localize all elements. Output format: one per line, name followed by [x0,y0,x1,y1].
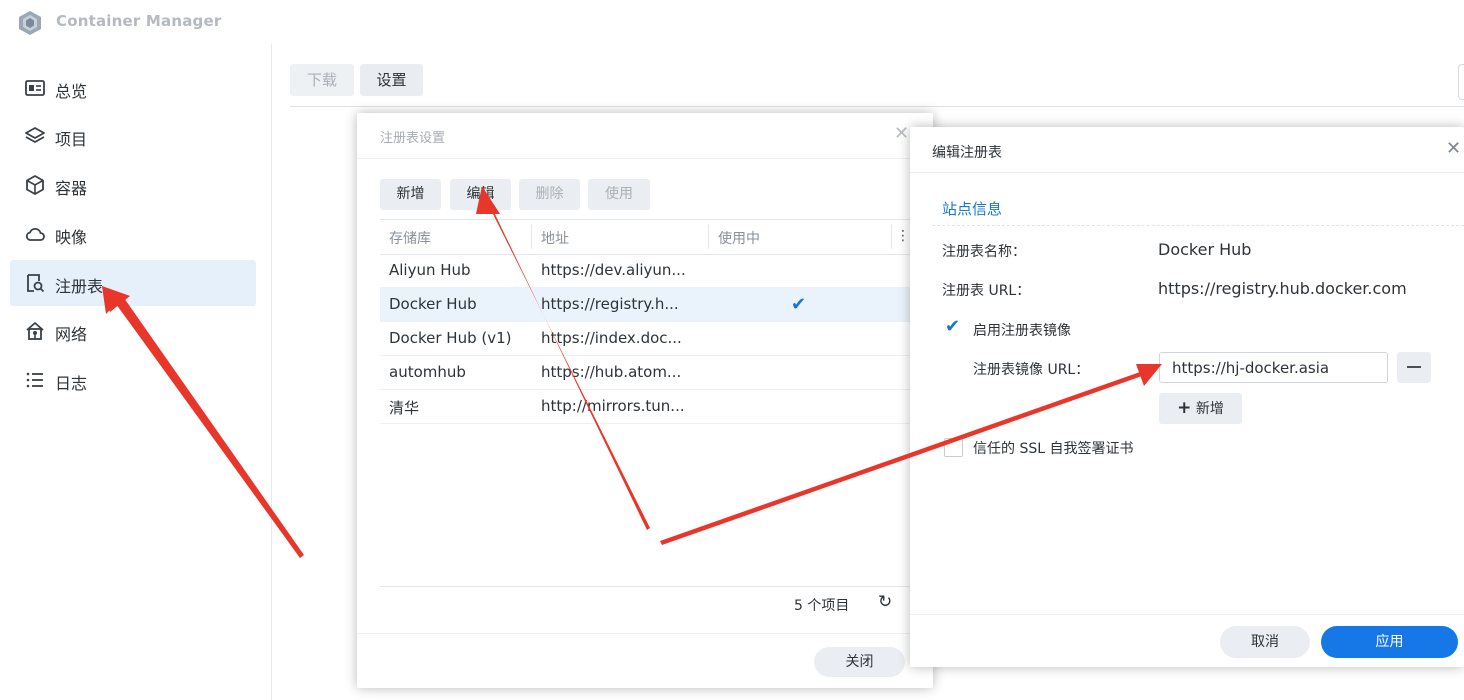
divider [910,172,1464,173]
cancel-button[interactable]: 取消 [1220,626,1310,658]
cube-icon [26,175,44,195]
enable-mirror-checkbox[interactable]: ✔ [944,316,961,337]
sidebar-item-projects[interactable]: 项目 [10,113,256,159]
column-header-in-use[interactable]: 使用中 [718,228,760,248]
section-divider [932,225,1464,226]
toolbar-divider [290,106,1464,107]
enable-mirror-label: 启用注册表镜像 [973,323,1071,339]
checkmark-icon: ✔ [945,316,961,337]
trust-ssl-checkbox[interactable] [944,438,963,457]
remove-mirror-button[interactable] [1397,352,1431,383]
sidebar-item-label: 容器 [55,179,88,198]
close-icon[interactable]: ✕ [894,123,909,144]
add-mirror-label: 新增 [1195,401,1224,417]
close-button[interactable]: 关闭 [814,647,905,677]
close-icon[interactable]: ✕ [1446,138,1461,159]
section-title: 站点信息 [942,200,1003,218]
sidebar-item-logs[interactable]: 日志 [10,357,256,403]
cell-repository: automhub [389,363,466,381]
sidebar-item-registry[interactable]: 注册表 [10,260,256,306]
column-divider [708,225,709,249]
refresh-icon[interactable]: ↻ [878,592,892,612]
table-row[interactable]: 清华 http://mirrors.tun... [380,390,913,424]
in-use-check-icon: ✔ [791,294,807,315]
divider [380,586,913,587]
sidebar-item-network[interactable]: 网络 [10,308,256,354]
table-row[interactable]: Docker Hub (v1) https://index.doc... [380,322,913,356]
minus-icon [1407,366,1421,368]
divider [357,633,933,634]
new-registry-button[interactable]: 新增 [380,179,441,210]
registry-name-label: 注册表名称： [942,244,1026,260]
sidebar-item-overview[interactable]: 总览 [10,65,256,111]
layers-icon [25,127,45,143]
add-mirror-button[interactable]: + 新增 [1159,393,1242,424]
item-count: 5 个项目 [794,598,850,614]
sidebar-item-containers[interactable]: 容器 [10,162,256,208]
divider [910,614,1464,615]
sidebar-item-label: 映像 [55,228,88,247]
cell-repository: Docker Hub [389,295,477,313]
cell-address: https://registry.h... [541,295,679,313]
app-title: Container Manager [56,12,222,30]
app-header: Container Manager [0,0,1464,44]
registry-search-icon [27,274,45,293]
cell-address: https://hub.atom... [541,363,682,381]
edit-registry-button[interactable]: 编辑 [450,179,511,210]
cell-repository: Docker Hub (v1) [389,329,512,347]
cell-address: https://dev.aliyun... [541,261,686,279]
table-row[interactable]: automhub https://hub.atom... [380,356,913,390]
sidebar-item-label: 总览 [55,82,88,101]
registry-url-value: https://registry.hub.docker.com [1158,279,1407,298]
trust-ssl-label: 信任的 SSL 自我签署证书 [973,441,1134,457]
mirror-url-label: 注册表镜像 URL： [973,362,1090,378]
sidebar-item-images[interactable]: 映像 [10,211,256,257]
column-menu-icon[interactable]: ⋮ [896,228,910,244]
sidebar-item-label: 项目 [55,130,88,149]
registry-settings-dialog: 注册表设置 ✕ 新增 编辑 删除 使用 存储库 地址 使用中 ⋮ Aliyun … [357,113,933,688]
divider [357,158,933,159]
table-row[interactable]: Aliyun Hub https://dev.aliyun... [380,254,913,288]
toolbar-right-control[interactable] [1458,64,1464,100]
column-header-repository[interactable]: 存储库 [389,228,431,248]
settings-button[interactable]: 设置 [360,64,423,96]
sidebar: 总览 项目 容器 映像 注册表 网络 日志 [0,44,272,700]
cell-address: http://mirrors.tun... [541,397,685,415]
sidebar-item-label: 注册表 [55,277,104,296]
table-header: 存储库 地址 使用中 ⋮ [380,219,913,255]
overview-icon [25,80,45,96]
delete-registry-button[interactable]: 删除 [519,179,580,210]
cloud-icon [25,227,45,241]
cell-repository: 清华 [389,399,420,417]
sidebar-item-label: 日志 [55,374,88,393]
container-manager-logo-icon [19,11,41,35]
edit-registry-dialog: 编辑注册表 ✕ 站点信息 注册表名称： Docker Hub 注册表 URL： … [910,127,1464,667]
column-divider [531,225,532,249]
cell-address: https://index.doc... [541,329,682,347]
dialog-title: 编辑注册表 [932,145,1002,161]
registry-name-value: Docker Hub [1158,240,1252,259]
dialog-title: 注册表设置 [380,131,446,146]
column-header-address[interactable]: 地址 [541,228,569,248]
column-divider [891,225,892,249]
network-icon [26,322,44,340]
list-icon [26,372,43,388]
mirror-url-input[interactable] [1159,352,1388,383]
plus-icon: + [1177,398,1192,418]
apply-button[interactable]: 应用 [1321,626,1458,658]
registry-url-label: 注册表 URL： [942,283,1031,299]
table-row[interactable]: Docker Hub https://registry.h... ✔ [380,288,913,322]
cell-repository: Aliyun Hub [389,261,471,279]
use-registry-button[interactable]: 使用 [588,179,650,210]
sidebar-item-label: 网络 [55,325,88,344]
download-button[interactable]: 下载 [290,64,354,96]
